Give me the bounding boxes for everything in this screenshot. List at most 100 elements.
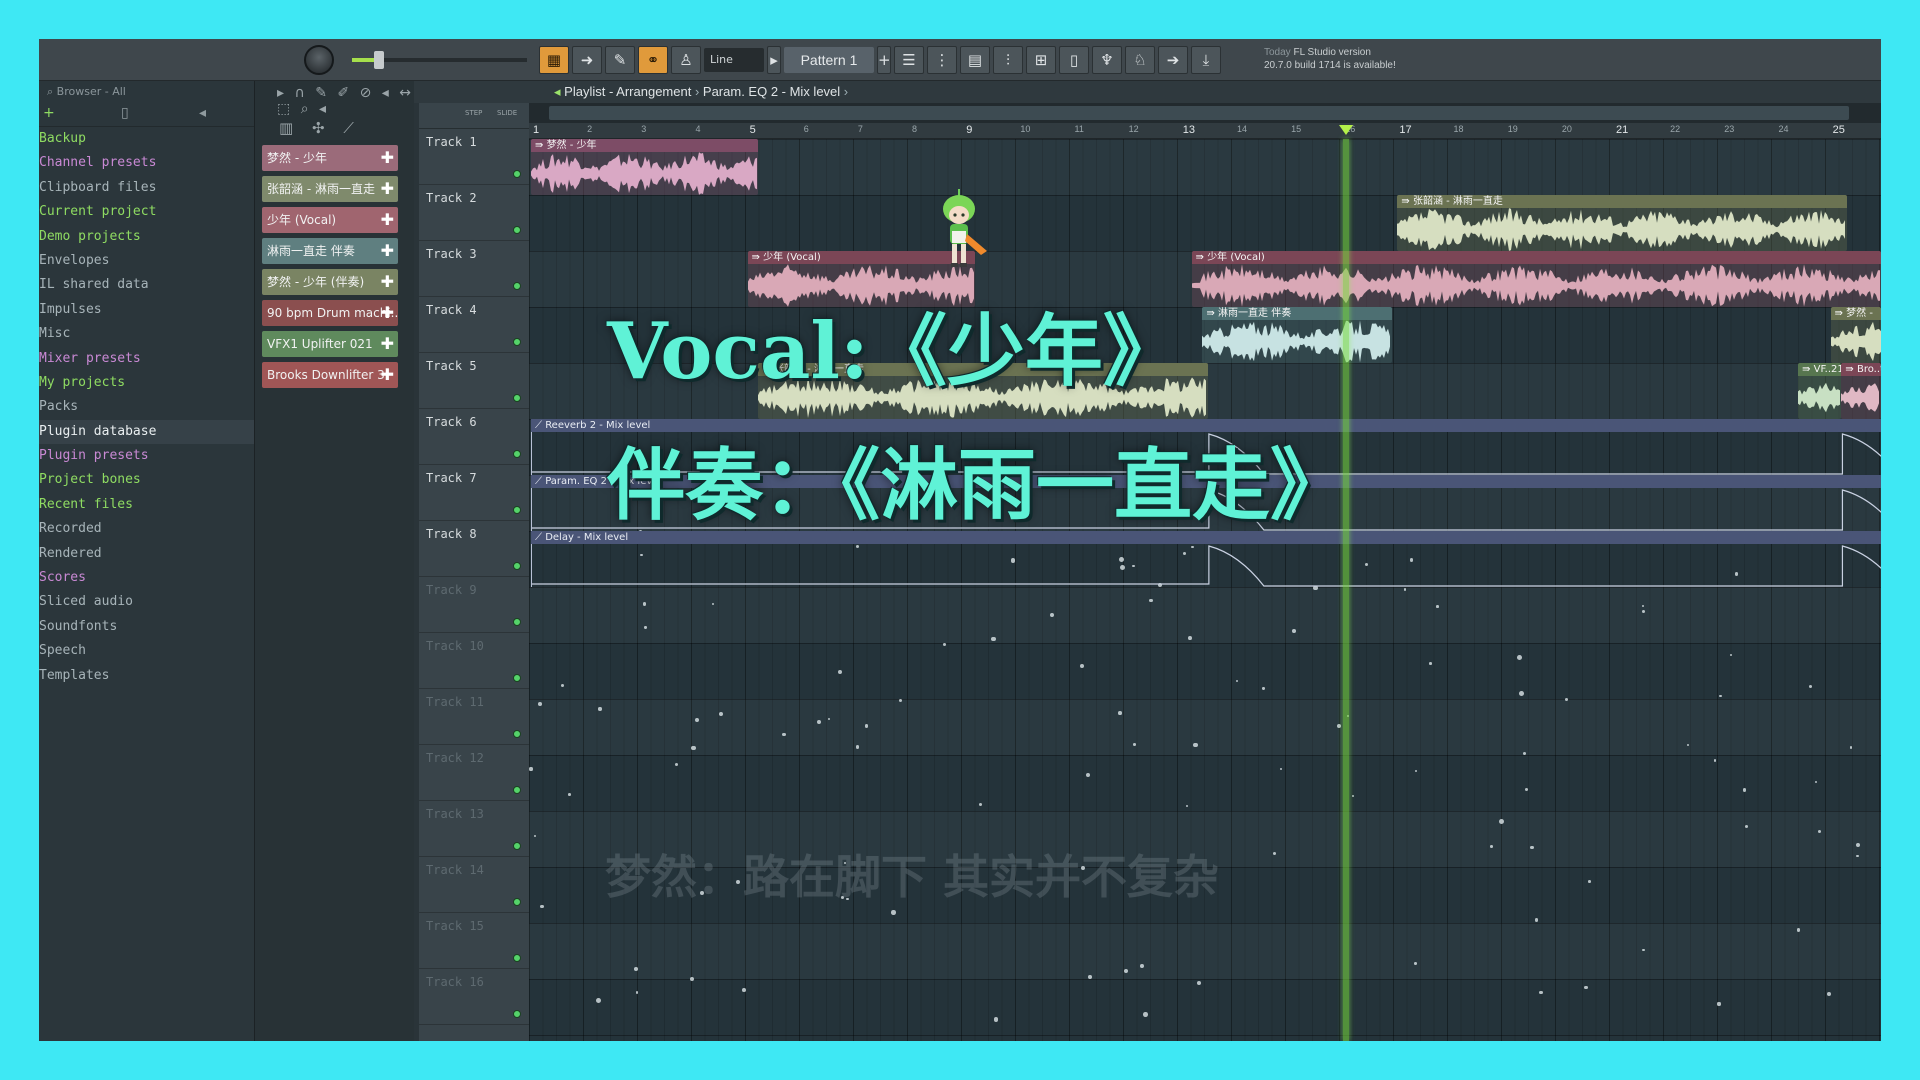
track-enable-led[interactable] (513, 1010, 521, 1018)
add-to-playlist-icon[interactable]: ✚ (381, 207, 394, 233)
plugin-picker-icon[interactable]: ⊞ (1026, 46, 1056, 74)
track-header[interactable]: Track 4 (419, 297, 529, 353)
add-to-playlist-icon[interactable]: ✚ (381, 269, 394, 295)
track-enable-led[interactable] (513, 954, 521, 962)
browser-item[interactable]: Misc (39, 322, 254, 346)
picker-item[interactable]: 梦然 - 少年 ✚ (262, 145, 398, 171)
browser-header[interactable]: ⌕ Browser - All (39, 81, 254, 101)
audio-clip[interactable]: ⇛ 张韶涵 - 淋雨一直走 (1397, 195, 1847, 251)
track-enable-led[interactable] (513, 730, 521, 738)
pencil-icon[interactable]: ✎ (315, 85, 327, 101)
browser-item[interactable]: Envelopes (39, 249, 254, 273)
audio-clip[interactable]: ⇛ 淋雨一直走 伴奏 (1202, 307, 1392, 363)
browser-item[interactable]: My projects (39, 371, 254, 395)
track-enable-led[interactable] (513, 618, 521, 626)
track-header[interactable]: Track 13 (419, 801, 529, 857)
track-enable-led[interactable] (513, 282, 521, 290)
track-enable-led[interactable] (513, 226, 521, 234)
browser-item[interactable]: Sliced audio (39, 590, 254, 614)
horizontal-scrollbar[interactable] (529, 103, 1881, 123)
playhead[interactable] (1342, 139, 1349, 1041)
metronome-icon[interactable]: ♙ (671, 46, 701, 74)
track-enable-led[interactable] (513, 674, 521, 682)
track-enable-led[interactable] (513, 170, 521, 178)
channel-rack-icon[interactable]: ▤ (960, 46, 990, 74)
browser-item[interactable]: IL shared data (39, 273, 254, 297)
send-icon[interactable]: ➔ (1158, 46, 1188, 74)
audio-clip[interactable]: ⇛ 梦然 - 少年 (531, 139, 759, 195)
track-header[interactable]: Track 10 (419, 633, 529, 689)
mixer-icon[interactable]: ⫶ (993, 46, 1023, 74)
browser-item[interactable]: Templates (39, 664, 254, 688)
track-header[interactable]: Track 14 (419, 857, 529, 913)
track-header[interactable]: Track 2 (419, 185, 529, 241)
master-pitch-slider[interactable] (352, 51, 527, 69)
browser-item[interactable]: Demo projects (39, 225, 254, 249)
magnet-icon[interactable]: ∩ (294, 85, 304, 101)
picker-item[interactable]: 90 bpm Drum machi... ✚ (262, 300, 398, 326)
track-enable-led[interactable] (513, 842, 521, 850)
audio-clip[interactable]: ⇛ 梦然 - (1830, 307, 1881, 363)
pattern-add-icon[interactable]: + (877, 46, 891, 74)
playlist-titlebar[interactable]: ◂ Playlist - Arrangement › Param. EQ 2 -… (414, 81, 1881, 103)
add-to-playlist-icon[interactable]: ✚ (381, 176, 394, 202)
track-enable-led[interactable] (513, 394, 521, 402)
browser-item[interactable]: Recorded (39, 517, 254, 541)
track-header[interactable]: Track 12 (419, 745, 529, 801)
track-header[interactable]: Track 7 (419, 465, 529, 521)
automation-clip[interactable]: ⟋ Delay - Mix level (531, 531, 1881, 587)
browser-item[interactable]: Channel presets (39, 151, 254, 175)
picker-item[interactable]: 淋雨一直走 伴奏 ✚ (262, 238, 398, 264)
add-to-playlist-icon[interactable]: ✚ (381, 300, 394, 326)
picker-item[interactable]: VFX1 Uplifter 021 ✚ (262, 331, 398, 357)
audio-clip[interactable]: ⇛ 少年 (Vocal) (1191, 251, 1881, 307)
track-enable-led[interactable] (513, 562, 521, 570)
browser-item[interactable]: Rendered (39, 542, 254, 566)
track-header[interactable]: Track 15 (419, 913, 529, 969)
audio-clip[interactable]: ⇛ VF..21 (1798, 363, 1842, 419)
snap-mode-select[interactable]: Line (704, 48, 764, 72)
track-header[interactable]: Track 9 (419, 577, 529, 633)
picker-item[interactable]: 张韶涵 - 淋雨一直走 ✚ (262, 176, 398, 202)
audio-picker-icon[interactable]: ✣ (312, 119, 325, 137)
track-header[interactable]: Track 11 (419, 689, 529, 745)
picker-item[interactable]: 梦然 - 少年 (伴奏) ✚ (262, 269, 398, 295)
browser-item[interactable]: Plugin database (39, 419, 254, 445)
browser-item[interactable]: Backup (39, 127, 254, 151)
track-enable-led[interactable] (513, 786, 521, 794)
step-label[interactable]: STEP (465, 109, 482, 117)
delete-icon[interactable]: ⊘ (360, 85, 372, 101)
tempo-icon[interactable]: ♘ (1125, 46, 1155, 74)
plugin-icon[interactable]: ♆ (1092, 46, 1122, 74)
track-enable-led[interactable] (513, 506, 521, 514)
track-header[interactable]: Track 1 (419, 129, 529, 185)
arrow-right-icon[interactable]: ➜ (572, 46, 602, 74)
browser-item[interactable]: Speech (39, 639, 254, 663)
playback-icon[interactable]: ◂ (319, 101, 326, 117)
link-icon[interactable]: ⚭ (638, 46, 668, 74)
audio-clip[interactable]: ⇛ Bro..t (1841, 363, 1881, 419)
speaker-icon[interactable]: ◂ (199, 105, 206, 121)
step-sequencer-icon[interactable]: ⋮ (927, 46, 957, 74)
document-icon[interactable]: ▯ (121, 105, 129, 121)
track-enable-led[interactable] (513, 450, 521, 458)
browser-item[interactable]: Project bones (39, 468, 254, 492)
add-to-playlist-icon[interactable]: ✚ (381, 331, 394, 357)
add-to-playlist-icon[interactable]: ✚ (381, 362, 394, 388)
master-volume-knob[interactable] (304, 45, 334, 75)
select-icon[interactable]: ⬚ (277, 101, 290, 117)
picker-item[interactable]: Brooks Downlifter 3 ✚ (262, 362, 398, 388)
zoom-icon[interactable]: ⌕ (301, 101, 309, 117)
project-info-icon[interactable]: ▯ (1059, 46, 1089, 74)
track-header[interactable]: Track 6 (419, 409, 529, 465)
track-header[interactable]: Track 8 (419, 521, 529, 577)
browser-item[interactable]: Recent files (39, 493, 254, 517)
play-icon[interactable]: ▸ (277, 85, 284, 101)
browser-item[interactable]: Packs (39, 395, 254, 419)
track-header[interactable]: Track 3 (419, 241, 529, 297)
add-to-playlist-icon[interactable]: ✚ (381, 238, 394, 264)
timeline-ruler[interactable]: 1 2 3 4 5 6 7 8 9 10 11 12 13 14 15 16 17 18 19 20 21 22 23 24 2… (529, 123, 1881, 139)
browser-item[interactable]: Plugin presets (39, 444, 254, 468)
pattern-prev-icon[interactable]: ▸ (767, 46, 781, 74)
pattern-selector[interactable]: Pattern 1 (784, 47, 874, 73)
